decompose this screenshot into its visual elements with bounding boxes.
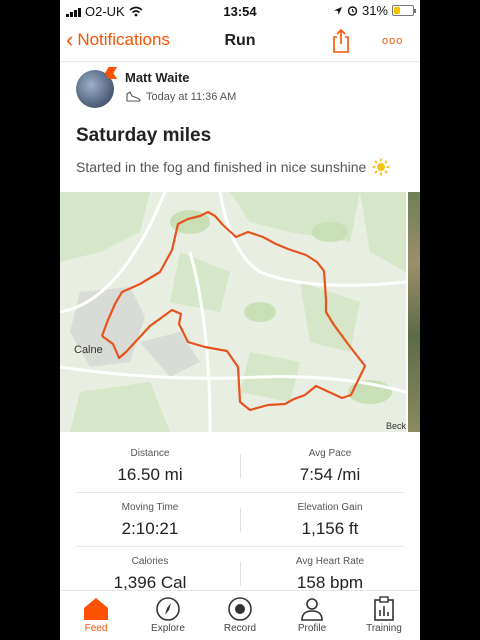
stat-distance: Distance 16.50 mi <box>60 440 240 485</box>
tab-training[interactable]: Training <box>348 595 420 634</box>
tab-label: Profile <box>297 623 327 634</box>
stat-label: Distance <box>130 448 170 459</box>
alarm-icon <box>347 6 358 16</box>
subscriber-badge-icon <box>105 67 117 79</box>
tab-label: Feed <box>84 623 108 634</box>
stat-label: Avg Heart Rate <box>295 556 365 567</box>
tab-bar: Feed Explore Record Profile Training <box>60 590 420 640</box>
divider <box>76 492 404 493</box>
page-title: Run <box>224 32 256 49</box>
shoe-icon <box>126 91 141 102</box>
divider <box>76 546 404 547</box>
stat-value: 1,156 ft <box>301 519 359 538</box>
stat-moving-time: Moving Time 2:10:21 <box>60 494 240 539</box>
stat-avg-pace: Avg Pace 7:54 /mi <box>240 440 420 485</box>
map-label-calne: Calne <box>74 344 103 356</box>
phone-screen: O2-UK 13:54 31% ‹ Notifications Run ooo <box>60 0 420 640</box>
stat-label: Moving Time <box>121 502 179 513</box>
stat-elevation-gain: Elevation Gain 1,156 ft <box>240 494 420 539</box>
tab-record[interactable]: Record <box>204 595 276 634</box>
activity-title: Saturday miles <box>76 125 212 146</box>
activity-description: Started in the fog and finished in nice … <box>76 158 390 176</box>
compass-icon <box>156 597 180 621</box>
tab-label: Training <box>366 623 402 634</box>
description-text: Started in the fog and finished in nice … <box>76 159 367 175</box>
home-icon <box>84 598 108 620</box>
map-label-beck: Beck <box>386 421 406 431</box>
status-bar: O2-UK 13:54 31% <box>60 0 420 22</box>
tab-feed[interactable]: Feed <box>60 595 132 634</box>
nav-bar: ‹ Notifications Run ooo <box>60 22 420 62</box>
tab-label: Record <box>223 623 257 634</box>
stat-avg-heart-rate: Avg Heart Rate 158 bpm <box>240 548 420 593</box>
stat-value: 2:10:21 <box>121 519 179 538</box>
tab-label: Explore <box>151 623 185 634</box>
share-icon[interactable] <box>330 28 352 54</box>
record-icon <box>228 597 252 621</box>
person-icon <box>301 598 323 621</box>
clipboard-icon <box>374 596 394 621</box>
stat-value: 16.50 mi <box>117 465 183 484</box>
athlete-name[interactable]: Matt Waite <box>125 70 190 85</box>
stat-label: Elevation Gain <box>297 502 363 513</box>
stats-row: Distance 16.50 mi Avg Pace 7:54 /mi <box>60 440 420 494</box>
sun-icon <box>372 158 390 176</box>
stat-label: Avg Pace <box>308 448 352 459</box>
tab-explore[interactable]: Explore <box>132 595 204 634</box>
stat-label: Calories <box>131 556 169 567</box>
timestamp-label: Today at 11:36 AM <box>146 91 237 103</box>
stat-calories: Calories 1,396 Cal <box>60 548 240 593</box>
photo-preview[interactable] <box>408 192 420 432</box>
stats-row: Moving Time 2:10:21 Elevation Gain 1,156… <box>60 494 420 548</box>
tab-profile[interactable]: Profile <box>276 595 348 634</box>
activity-timestamp: Today at 11:36 AM <box>125 91 236 103</box>
battery-percent: 31% <box>361 3 388 18</box>
battery-icon <box>392 5 416 16</box>
avatar[interactable] <box>76 67 117 108</box>
location-icon <box>333 6 342 15</box>
map-canvas <box>60 192 406 432</box>
stat-value: 7:54 /mi <box>299 465 361 484</box>
route-map[interactable]: Calne Beck <box>60 192 406 432</box>
more-options-button[interactable]: ooo <box>382 35 403 47</box>
